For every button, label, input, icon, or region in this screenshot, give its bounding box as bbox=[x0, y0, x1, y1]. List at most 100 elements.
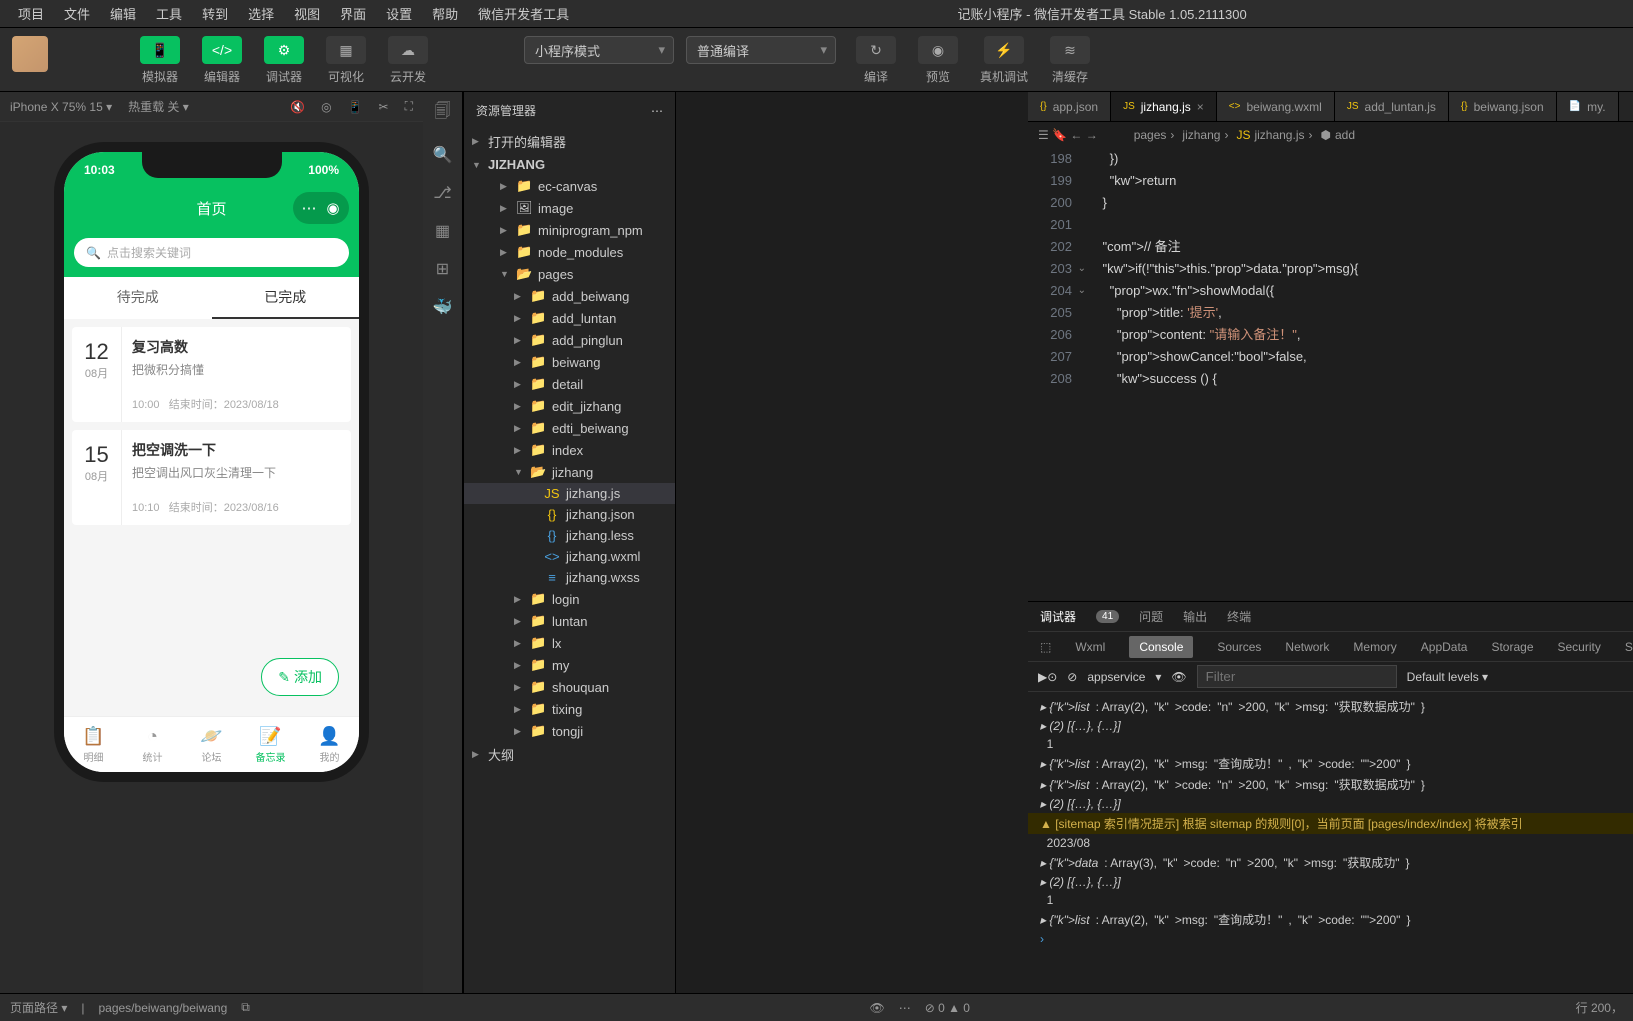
tree-item[interactable]: ▶📁shouquan bbox=[464, 676, 675, 698]
editor-tab[interactable]: <>beiwang.wxml bbox=[1217, 92, 1335, 121]
add-button[interactable]: ✎ 添加 bbox=[261, 658, 339, 696]
tree-item[interactable]: ▶📁luntan bbox=[464, 610, 675, 632]
menu-file[interactable]: 文件 bbox=[54, 4, 100, 23]
console-prompt[interactable]: › bbox=[1028, 930, 1633, 948]
console-scope[interactable]: appservice bbox=[1087, 670, 1145, 684]
console-line[interactable]: ▸ {"k">list: Array(2), "k">msg: "查询成功！",… bbox=[1028, 909, 1633, 930]
console-line[interactable]: ▸ (2) [{…}, {…}] bbox=[1028, 873, 1633, 891]
tree-item[interactable]: ▶🖼image bbox=[464, 197, 675, 219]
subtab-console[interactable]: Console bbox=[1129, 636, 1193, 658]
mute-icon[interactable]: 🔇 bbox=[290, 100, 305, 114]
menu-goto[interactable]: 转到 bbox=[192, 4, 238, 23]
capsule[interactable]: ⋯◉ bbox=[293, 192, 349, 224]
tabbar-detail[interactable]: 📋明细 bbox=[64, 717, 123, 772]
tree-item[interactable]: ▶📁index bbox=[464, 439, 675, 461]
subtab-network[interactable]: Network bbox=[1285, 640, 1329, 654]
eye-icon[interactable]: 👁 bbox=[1171, 670, 1186, 684]
menu-ui[interactable]: 界面 bbox=[330, 4, 376, 23]
tree-item[interactable]: {}jizhang.less bbox=[464, 525, 675, 546]
subtab-sensor[interactable]: Sensor bbox=[1625, 640, 1633, 654]
console-play-icon[interactable]: ▶⊙ bbox=[1038, 670, 1057, 684]
mode-dropdown[interactable]: 小程序模式 bbox=[524, 36, 674, 64]
editor-tab[interactable]: JSadd_luntan.js bbox=[1335, 92, 1449, 121]
editor-tab[interactable]: JSjizhang.js× bbox=[1111, 92, 1217, 121]
crumb[interactable]: ⬢ add bbox=[1320, 128, 1355, 142]
tree-item[interactable]: ▼📂pages bbox=[464, 263, 675, 285]
expand-icon[interactable]: ⛶ bbox=[405, 99, 413, 114]
console-clear-icon[interactable]: ⊘ bbox=[1067, 670, 1077, 684]
console-line[interactable]: ▸ {"k">data: Array(3), "k">code: "n">200… bbox=[1028, 852, 1633, 873]
tabbar-my[interactable]: 👤我的 bbox=[300, 717, 359, 772]
preview-button[interactable]: ◉预览 bbox=[910, 36, 966, 85]
ext-icon[interactable]: ▦ bbox=[435, 221, 450, 241]
code-editor[interactable]: 198199200201202203⌄204⌄205206207208 }) "… bbox=[1028, 148, 1633, 601]
simulator-button[interactable]: 📱模拟器 bbox=[132, 36, 188, 85]
subtab-wxml[interactable]: Wxml bbox=[1075, 640, 1105, 654]
tree-item[interactable]: {}jizhang.json bbox=[464, 504, 675, 525]
branch-icon[interactable]: ⎇ bbox=[433, 183, 451, 203]
devtab-problems[interactable]: 问题 bbox=[1139, 608, 1163, 625]
tree-item[interactable]: ▶📁add_beiwang bbox=[464, 285, 675, 307]
inspect-icon[interactable]: ⬚ bbox=[1040, 640, 1051, 654]
tree-item[interactable]: ▶📁login bbox=[464, 588, 675, 610]
tree-item[interactable]: ▶📁beiwang bbox=[464, 351, 675, 373]
phone-simulator[interactable]: 10:03100% 首页 ⋯◉ 🔍 点击搜索关键词 待完成 已完成 1208月 … bbox=[64, 152, 359, 772]
eye2-icon[interactable]: 👁 bbox=[869, 1001, 884, 1015]
menu-edit[interactable]: 编辑 bbox=[100, 4, 146, 23]
menu-select[interactable]: 选择 bbox=[238, 4, 284, 23]
menu-help[interactable]: 帮助 bbox=[422, 4, 468, 23]
reload-dropdown[interactable]: 热重载 关 ▾ bbox=[128, 98, 189, 115]
rotate-icon[interactable]: 📱 bbox=[348, 100, 363, 114]
tree-item[interactable]: ▶📁ec-canvas bbox=[464, 175, 675, 197]
tree-item[interactable]: ≡jizhang.wxss bbox=[464, 567, 675, 588]
compile-mode-dropdown[interactable]: 普通编译 bbox=[686, 36, 836, 64]
tree-item[interactable]: JSjizhang.js bbox=[464, 483, 675, 504]
console-line[interactable]: ▸ (2) [{…}, {…}] bbox=[1028, 795, 1633, 813]
avatar[interactable] bbox=[12, 36, 48, 72]
box-icon[interactable]: ⊞ bbox=[436, 259, 449, 279]
subtab-storage[interactable]: Storage bbox=[1491, 640, 1533, 654]
tree-item[interactable]: ▶📁add_pinglun bbox=[464, 329, 675, 351]
scope-dropdown-icon[interactable]: ▾ bbox=[1155, 670, 1161, 684]
tree-item[interactable]: ▶📁tixing bbox=[464, 698, 675, 720]
visualize-button[interactable]: ▦可视化 bbox=[318, 36, 374, 85]
tabbar-stats[interactable]: ◔统计 bbox=[123, 717, 182, 772]
subtab-memory[interactable]: Memory bbox=[1353, 640, 1396, 654]
menu-view[interactable]: 视图 bbox=[284, 4, 330, 23]
editor-button[interactable]: </>编辑器 bbox=[194, 36, 250, 85]
outline[interactable]: ▶大纲 bbox=[464, 742, 675, 767]
breadcrumb-icons[interactable]: ☰ 🔖 ← → bbox=[1038, 128, 1098, 142]
tree-item[interactable]: ▶📁my bbox=[464, 654, 675, 676]
editor-tab[interactable]: {}app.json bbox=[1028, 92, 1111, 121]
tree-item[interactable]: ▶📁detail bbox=[464, 373, 675, 395]
search-input[interactable]: 🔍 点击搜索关键词 bbox=[74, 238, 349, 267]
devtab-output[interactable]: 输出 bbox=[1183, 608, 1207, 625]
editor-tab[interactable]: 📄my. bbox=[1557, 92, 1619, 121]
device-dropdown[interactable]: iPhone X 75% 15 ▾ bbox=[10, 100, 112, 114]
menu-tool[interactable]: 工具 bbox=[146, 4, 192, 23]
tree-item[interactable]: ▶📁lx bbox=[464, 632, 675, 654]
project-root[interactable]: ▼JIZHANG bbox=[464, 154, 675, 175]
cloud-button[interactable]: ☁云开发 bbox=[380, 36, 436, 85]
tabbar-forum[interactable]: 🪐论坛 bbox=[182, 717, 241, 772]
docker-icon[interactable]: 🐳 bbox=[433, 297, 453, 317]
crumb[interactable]: jizhang › bbox=[1182, 128, 1228, 142]
console-line[interactable]: ▸ {"k">list: Array(2), "k">code: "n">200… bbox=[1028, 696, 1633, 717]
copy-icon[interactable]: ⧉ bbox=[241, 1000, 250, 1015]
record-icon[interactable]: ◎ bbox=[321, 100, 331, 114]
tree-item[interactable]: ▼📂jizhang bbox=[464, 461, 675, 483]
tree-item[interactable]: ▶📁edit_jizhang bbox=[464, 395, 675, 417]
devtab-terminal[interactable]: 终端 bbox=[1227, 608, 1251, 625]
memo-card[interactable]: 1208月 复习高数把微积分搞懂 10:00 结束时间：2023/08/18 bbox=[72, 327, 351, 422]
editor-tab[interactable]: {}beiwang.json bbox=[1449, 92, 1557, 121]
tab-done[interactable]: 已完成 bbox=[212, 277, 360, 319]
tree-item[interactable]: ▶📁add_luntan bbox=[464, 307, 675, 329]
console-line[interactable]: ▸ {"k">list: Array(2), "k">msg: "查询成功！",… bbox=[1028, 753, 1633, 774]
more-icon[interactable]: ⋯ bbox=[899, 1001, 911, 1015]
tree-item[interactable]: ▶📁edti_beiwang bbox=[464, 417, 675, 439]
explorer-more-icon[interactable]: ⋯ bbox=[651, 104, 663, 118]
subtab-security[interactable]: Security bbox=[1558, 640, 1601, 654]
search-icon[interactable]: 🔍 bbox=[433, 145, 453, 165]
tab-pending[interactable]: 待完成 bbox=[64, 277, 212, 319]
tree-item[interactable]: ▶📁node_modules bbox=[464, 241, 675, 263]
